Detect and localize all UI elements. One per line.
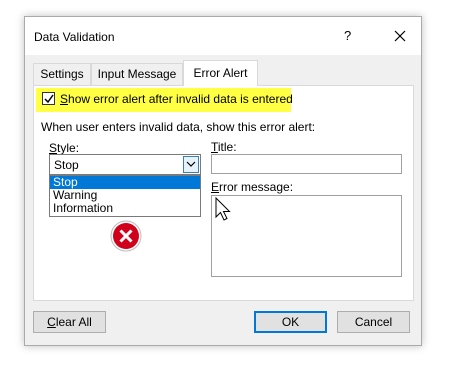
cancel-button[interactable]: Cancel — [337, 311, 410, 333]
title-bar: Data Validation ? — [25, 17, 421, 55]
title-label: Title: — [211, 140, 237, 154]
title-input[interactable] — [211, 154, 402, 174]
style-dropdown-button[interactable] — [183, 156, 199, 173]
show-error-alert-checkbox[interactable] — [42, 92, 55, 105]
dialog-title: Data Validation — [34, 30, 115, 44]
tab-settings[interactable]: Settings — [33, 63, 91, 85]
data-validation-dialog: Data Validation ? Settings Input Message… — [24, 16, 422, 346]
style-select[interactable]: Stop — [49, 154, 201, 175]
style-option-information[interactable]: Information — [50, 202, 200, 215]
error-message-label: Error message: — [211, 180, 294, 194]
tab-input-message[interactable]: Input Message — [91, 63, 183, 85]
ok-button[interactable]: OK — [254, 311, 327, 333]
error-message-textarea[interactable] — [211, 195, 402, 277]
close-button[interactable] — [388, 25, 412, 47]
close-icon — [394, 30, 406, 42]
error-x-circle-icon — [110, 220, 142, 252]
chevron-down-icon — [186, 161, 196, 167]
style-label: Style: — [49, 141, 80, 155]
style-dropdown-list: Stop Warning Information — [49, 175, 201, 217]
style-select-value: Stop — [54, 158, 79, 172]
section-label: When user enters invalid data, show this… — [41, 120, 316, 134]
tab-error-alert[interactable]: Error Alert — [183, 60, 258, 86]
help-button[interactable]: ? — [344, 28, 351, 43]
mouse-pointer-icon — [215, 197, 231, 221]
show-error-alert-label[interactable]: Show error alert after invalid data is e… — [60, 92, 293, 106]
clear-all-button[interactable]: Clear All — [33, 311, 106, 333]
checkmark-icon — [44, 94, 54, 104]
